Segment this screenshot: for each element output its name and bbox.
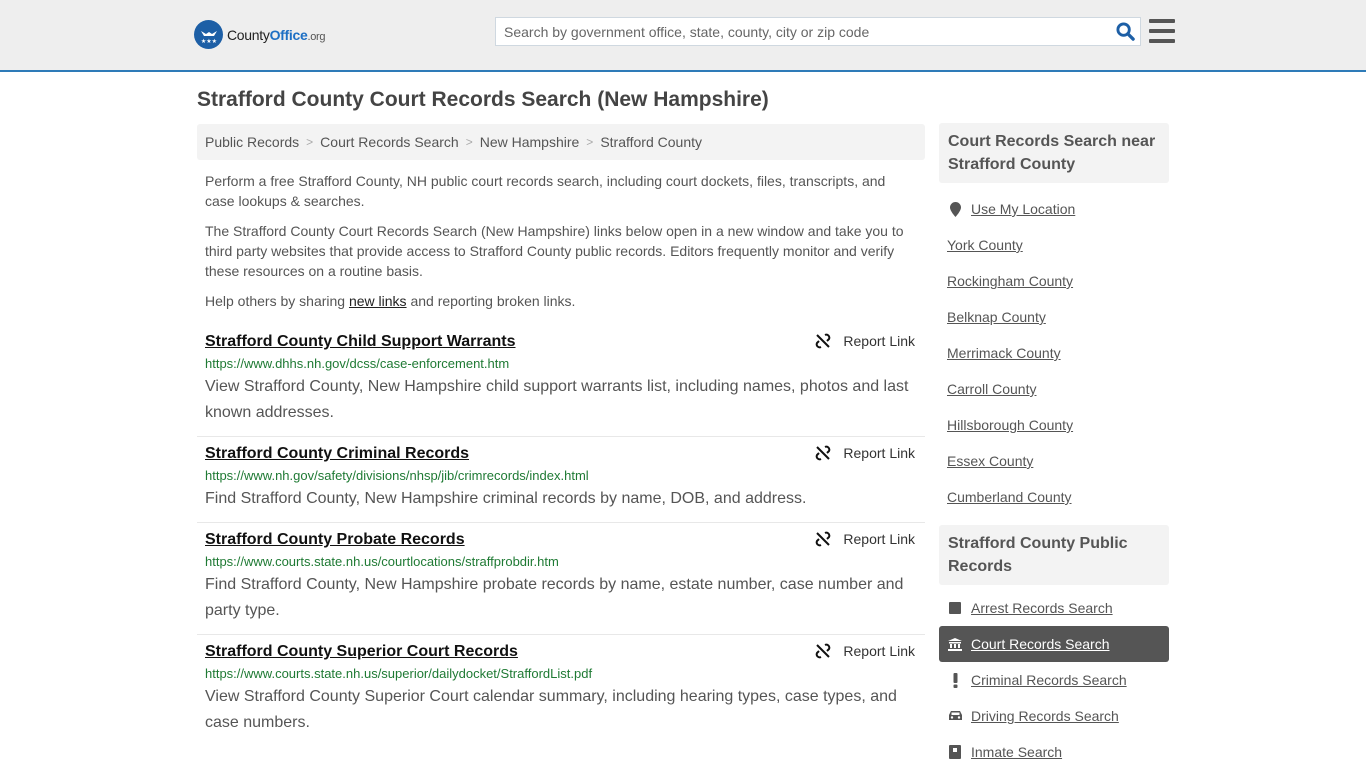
report-link-button[interactable]: Report Link <box>815 333 915 349</box>
result-item: Strafford County Superior Court Records … <box>197 635 925 746</box>
nearby-county-label[interactable]: York County <box>947 237 1023 253</box>
public-records-heading: Strafford County Public Records <box>939 525 1169 585</box>
nearby-county-link[interactable]: York County <box>939 227 1169 263</box>
hamburger-menu-icon[interactable] <box>1149 19 1175 43</box>
sidebar-item-label[interactable]: Inmate Search <box>971 744 1062 760</box>
sidebar-item-label[interactable]: Arrest Records Search <box>971 600 1113 616</box>
breadcrumb-separator: > <box>306 135 314 149</box>
intro-text: Perform a free Strafford County, NH publ… <box>197 171 925 311</box>
broken-link-icon <box>816 445 831 461</box>
breadcrumb-court-records-search[interactable]: Court Records Search <box>320 134 459 150</box>
nearby-county-label[interactable]: Belknap County <box>947 309 1046 325</box>
result-url: https://www.courts.state.nh.us/courtloca… <box>205 554 559 569</box>
nearby-heading: Court Records Search near Strafford Coun… <box>939 123 1169 183</box>
eagle-seal-icon: ★★★ <box>194 20 223 49</box>
nearby-county-label[interactable]: Cumberland County <box>947 489 1072 505</box>
result-url: https://www.nh.gov/safety/divisions/nhsp… <box>205 468 589 483</box>
nearby-county-link[interactable]: Rockingham County <box>939 263 1169 299</box>
report-link-label: Report Link <box>843 333 915 349</box>
report-link-label: Report Link <box>843 643 915 659</box>
intro-paragraph-3: Help others by sharing new links and rep… <box>205 291 917 311</box>
nearby-county-label[interactable]: Rockingham County <box>947 273 1073 289</box>
result-url: https://www.dhhs.nh.gov/dcss/case-enforc… <box>205 356 510 371</box>
broken-link-icon <box>816 531 831 547</box>
result-title-link[interactable]: Strafford County Child Support Warrants <box>205 331 516 353</box>
result-item: Strafford County Criminal Records Report… <box>197 437 925 523</box>
search-input[interactable] <box>496 18 1110 45</box>
logo-text-office: Office <box>269 26 308 43</box>
breadcrumb-strafford-county: Strafford County <box>600 134 702 150</box>
inmate-icon <box>947 745 963 759</box>
breadcrumb: Public Records > Court Records Search > … <box>197 124 925 160</box>
nearby-county-link[interactable]: Merrimack County <box>939 335 1169 371</box>
report-link-label: Report Link <box>843 531 915 547</box>
square-icon <box>947 602 963 614</box>
results-list: Strafford County Child Support Warrants … <box>197 325 925 746</box>
breadcrumb-separator: > <box>586 135 594 149</box>
nearby-list: Use My Location York County Rockingham C… <box>939 183 1169 525</box>
nearby-county-link[interactable]: Cumberland County <box>939 479 1169 515</box>
courthouse-icon <box>947 637 963 651</box>
logo-text-county: County <box>227 26 270 43</box>
nearby-county-label[interactable]: Merrimack County <box>947 345 1061 361</box>
sidebar-item-label[interactable]: Criminal Records Search <box>971 672 1127 688</box>
sidebar-item-label[interactable]: Court Records Search <box>971 636 1110 652</box>
report-link-button[interactable]: Report Link <box>815 643 915 659</box>
result-description: Find Strafford County, New Hampshire cri… <box>205 490 807 507</box>
nearby-county-link[interactable]: Hillsborough County <box>939 407 1169 443</box>
svg-text:★★★: ★★★ <box>200 38 216 45</box>
nearby-county-label[interactable]: Carroll County <box>947 381 1036 397</box>
main-content: Public Records > Court Records Search > … <box>197 124 925 746</box>
nearby-county-label[interactable]: Hillsborough County <box>947 417 1073 433</box>
logo[interactable]: ★★★ CountyOffice.org <box>194 20 326 49</box>
breadcrumb-separator: > <box>465 135 473 149</box>
breadcrumb-public-records[interactable]: Public Records <box>205 134 299 150</box>
use-my-location-link[interactable]: Use My Location <box>939 191 1169 227</box>
sidebar-item-inmate-search[interactable]: Inmate Search <box>939 734 1169 770</box>
sidebar-item-criminal-records[interactable]: Criminal Records Search <box>939 662 1169 698</box>
map-marker-icon <box>947 201 963 217</box>
new-links-link[interactable]: new links <box>349 293 407 309</box>
report-link-button[interactable]: Report Link <box>815 445 915 461</box>
sidebar: Court Records Search near Strafford Coun… <box>939 123 1169 780</box>
nearby-county-link[interactable]: Carroll County <box>939 371 1169 407</box>
intro-paragraph-1: Perform a free Strafford County, NH publ… <box>205 173 886 209</box>
sidebar-item-driving-records[interactable]: Driving Records Search <box>939 698 1169 734</box>
nearby-county-link[interactable]: Essex County <box>939 443 1169 479</box>
use-my-location-label[interactable]: Use My Location <box>971 201 1075 217</box>
search-button[interactable] <box>1110 18 1140 45</box>
report-link-label: Report Link <box>843 445 915 461</box>
result-title-link[interactable]: Strafford County Criminal Records <box>205 443 469 465</box>
search-icon <box>1115 22 1135 41</box>
report-link-button[interactable]: Report Link <box>815 531 915 547</box>
intro-p3-text-after: and reporting broken links. <box>406 293 576 309</box>
result-url: https://www.courts.state.nh.us/superior/… <box>205 666 593 681</box>
search-bar <box>495 17 1141 46</box>
sidebar-item-label[interactable]: Driving Records Search <box>971 708 1119 724</box>
result-description: Find Strafford County, New Hampshire pro… <box>205 576 904 619</box>
result-title-link[interactable]: Strafford County Probate Records <box>205 529 465 551</box>
intro-paragraph-2: The Strafford County Court Records Searc… <box>205 223 904 279</box>
result-item: Strafford County Probate Records Report … <box>197 523 925 635</box>
result-title-link[interactable]: Strafford County Superior Court Records <box>205 641 518 663</box>
nearby-county-link[interactable]: Belknap County <box>939 299 1169 335</box>
car-icon <box>947 710 963 722</box>
nearby-county-label[interactable]: Essex County <box>947 453 1033 469</box>
intro-p3-text: Help others by sharing <box>205 293 349 309</box>
sidebar-item-arrest-records[interactable]: Arrest Records Search <box>939 590 1169 626</box>
public-records-list: Arrest Records Search Court Records Sear… <box>939 585 1169 780</box>
exclamation-icon <box>947 672 963 688</box>
site-header: ★★★ CountyOffice.org <box>0 0 1366 72</box>
logo-text-org: .org <box>307 30 326 43</box>
page-title: Strafford County Court Records Search (N… <box>197 88 769 111</box>
result-description: View Strafford County, New Hampshire chi… <box>205 378 909 421</box>
result-description: View Strafford County Superior Court cal… <box>205 688 897 731</box>
logo-text: CountyOffice.org <box>227 26 326 43</box>
broken-link-icon <box>816 333 831 349</box>
result-item: Strafford County Child Support Warrants … <box>197 325 925 437</box>
sidebar-item-court-records[interactable]: Court Records Search <box>939 626 1169 662</box>
breadcrumb-new-hampshire[interactable]: New Hampshire <box>480 134 580 150</box>
broken-link-icon <box>816 643 831 659</box>
